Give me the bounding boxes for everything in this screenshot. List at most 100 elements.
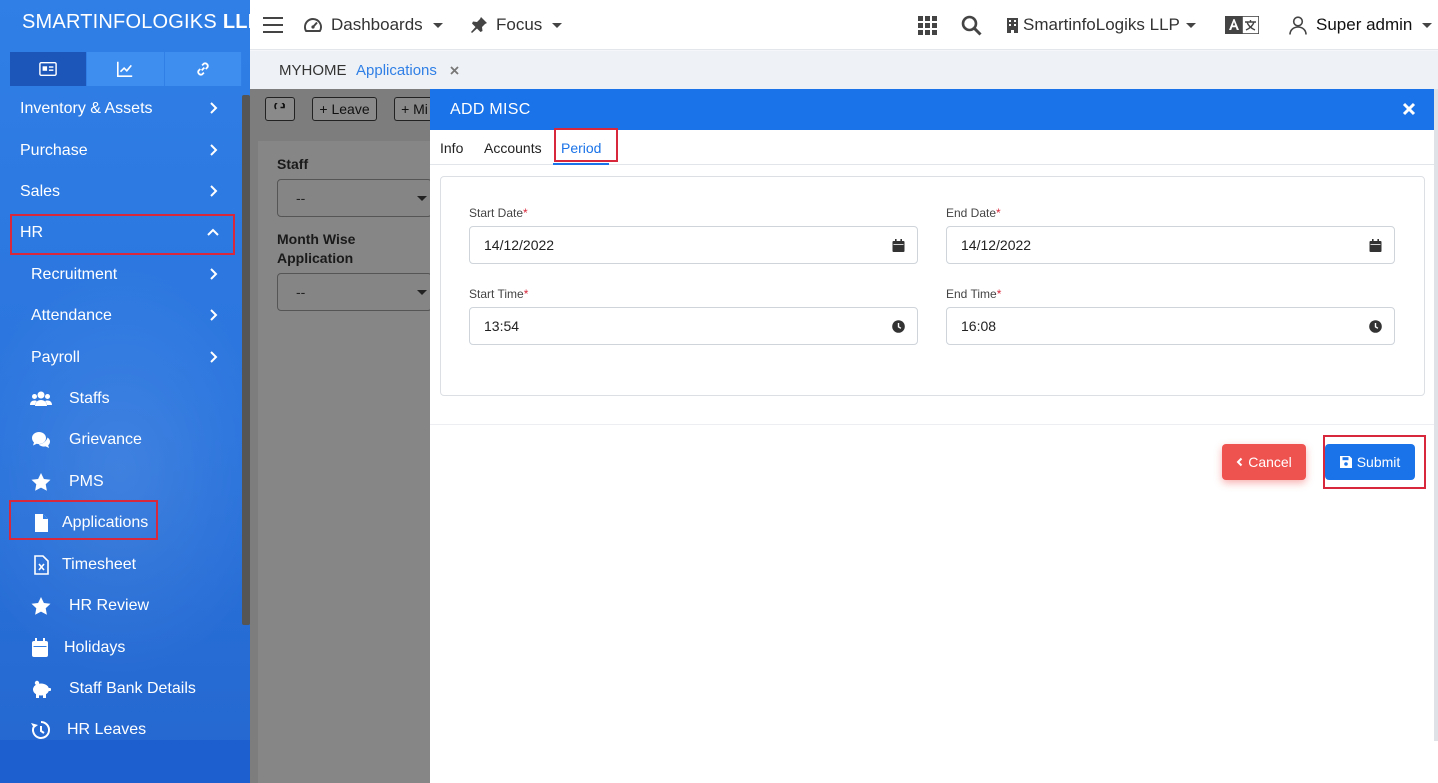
sidebar-item-label: Grievance (69, 431, 142, 448)
breadcrumb-current[interactable]: Applications (356, 51, 437, 89)
caret-down-icon (417, 196, 427, 201)
month-filter-label-line2: Application (277, 250, 354, 266)
sidebar-item-staff-bank-details[interactable]: Staff Bank Details (0, 669, 242, 709)
end-date-label: End Date* (946, 206, 1001, 220)
calendar-icon (30, 638, 52, 658)
highlight-box-hr (10, 214, 235, 255)
end-time-label-text: End Time (946, 287, 997, 301)
start-time-value: 13:54 (484, 318, 520, 334)
focus-menu[interactable]: Focus (470, 0, 563, 50)
sidebar-item-purchase[interactable]: Purchase (0, 131, 242, 171)
clock-icon[interactable] (892, 320, 905, 333)
sidebar-scrollbar[interactable] (242, 95, 250, 625)
end-time-input[interactable]: 16:08 (946, 307, 1395, 345)
users-icon (30, 389, 52, 409)
sidebar-tab-reports[interactable] (87, 52, 165, 86)
company-selector[interactable]: SmartinfoLogiks LLP (1007, 0, 1196, 50)
add-misc-modal: ADD MISC Info Accounts Period Start Date… (430, 89, 1438, 783)
sidebar-item-inventory[interactable]: Inventory & Assets (0, 89, 242, 129)
end-time-label: End Time* (946, 287, 1001, 301)
brand-name: SMARTINFOLOGIKS (22, 10, 217, 33)
staff-filter-value: -- (296, 190, 306, 206)
sidebar-tab-links[interactable] (164, 52, 242, 86)
cancel-button[interactable]: Cancel (1222, 444, 1306, 480)
required-marker: * (523, 206, 528, 220)
sidebar-item-attendance[interactable]: Attendance (0, 296, 242, 336)
start-time-input[interactable]: 13:54 (469, 307, 918, 345)
company-name: SmartinfoLogiks LLP (1023, 15, 1180, 34)
calendar-icon[interactable] (1369, 239, 1382, 252)
month-filter-label: Month Wise Application (277, 230, 355, 268)
chevron-right-icon (206, 184, 220, 198)
month-filter-select[interactable]: -- (277, 273, 432, 311)
star-icon (30, 596, 52, 616)
sidebar-item-hr-review[interactable]: HR Review (0, 586, 242, 626)
sidebar-item-timesheet[interactable]: Timesheet (0, 545, 242, 585)
sidebar-item-label: Sales (20, 183, 61, 200)
sidebar-item-label: Staffs (69, 390, 110, 407)
sidebar-item-staffs[interactable]: Staffs (0, 379, 242, 419)
dashboards-menu[interactable]: Dashboards (303, 0, 443, 50)
dashboard-gauge-icon (304, 18, 322, 32)
chevron-right-icon (206, 101, 220, 115)
breadcrumb-home[interactable]: MYHOME (279, 51, 347, 89)
start-date-input[interactable]: 14/12/2022 (469, 226, 918, 264)
highlight-box-submit (1323, 435, 1426, 489)
translate-icon (1225, 16, 1259, 34)
star-icon (30, 472, 52, 492)
user-name: Super admin (1316, 15, 1413, 34)
clock-icon[interactable] (1369, 320, 1382, 333)
user-menu[interactable]: Super admin (1289, 0, 1433, 50)
sidebar-footer (0, 740, 250, 783)
refresh-button[interactable] (265, 97, 295, 121)
sidebar-item-holidays[interactable]: Holidays (0, 628, 242, 668)
close-tab-button[interactable] (450, 51, 459, 89)
tab-info[interactable]: Info (440, 130, 463, 165)
sidebar-item-pms[interactable]: PMS (0, 462, 242, 502)
translate-button[interactable] (1225, 0, 1259, 50)
page-overlay: + Leave + Mi Staff -- Month Wise Applica… (250, 89, 434, 783)
apps-grid-icon (918, 15, 937, 35)
caret-down-icon (417, 290, 427, 295)
sidebar-item-grievance[interactable]: Grievance (0, 420, 242, 460)
end-date-value: 14/12/2022 (961, 237, 1032, 253)
close-icon (1402, 102, 1416, 116)
sidebar-item-sales[interactable]: Sales (0, 172, 242, 212)
start-time-label: Start Time* (469, 287, 528, 301)
add-misc-button[interactable]: + Mi (394, 97, 434, 121)
sidebar: SMARTINFOLOGIKS LLP Inventory & Assets P… (0, 0, 250, 783)
chevron-right-icon (206, 350, 220, 364)
search-icon (961, 15, 982, 36)
dashboards-label: Dashboards (331, 15, 423, 34)
brand-logo[interactable]: SMARTINFOLOGIKS LLP (0, 0, 250, 44)
add-leave-button[interactable]: + Leave (312, 97, 377, 121)
sidebar-item-label: Holidays (64, 639, 126, 656)
calendar-icon[interactable] (892, 239, 905, 252)
required-marker: * (996, 287, 1002, 301)
pin-icon (471, 17, 487, 33)
staff-filter-label: Staff (277, 156, 309, 172)
close-modal-button[interactable] (1400, 100, 1418, 118)
sidebar-item-recruitment[interactable]: Recruitment (0, 255, 242, 295)
top-navbar: Dashboards Focus SmartinfoLogiks LLP Sup… (250, 0, 1438, 50)
required-marker: * (996, 206, 1001, 220)
required-marker: * (523, 287, 529, 301)
tab-accounts[interactable]: Accounts (484, 130, 542, 165)
search-button[interactable] (961, 0, 982, 50)
sidebar-item-label: Purchase (20, 142, 88, 159)
caret-down-icon (1422, 22, 1433, 28)
start-date-value: 14/12/2022 (484, 237, 555, 253)
staff-filter-select[interactable]: -- (277, 179, 432, 217)
caret-down-icon (432, 22, 443, 28)
sidebar-item-label: Inventory & Assets (20, 100, 153, 117)
period-form: Start Date* 14/12/2022 End Date* 14/12/2… (440, 176, 1425, 396)
chevron-right-icon (206, 267, 220, 281)
menu-toggle-button[interactable] (263, 0, 283, 50)
sidebar-tab-modules[interactable] (10, 52, 88, 86)
sidebar-item-label: Timesheet (62, 556, 137, 573)
sidebar-item-label: Staff Bank Details (69, 680, 196, 697)
sidebar-item-payroll[interactable]: Payroll (0, 338, 242, 378)
end-date-input[interactable]: 14/12/2022 (946, 226, 1395, 264)
apps-grid-button[interactable] (918, 0, 937, 50)
refresh-icon (274, 103, 285, 110)
